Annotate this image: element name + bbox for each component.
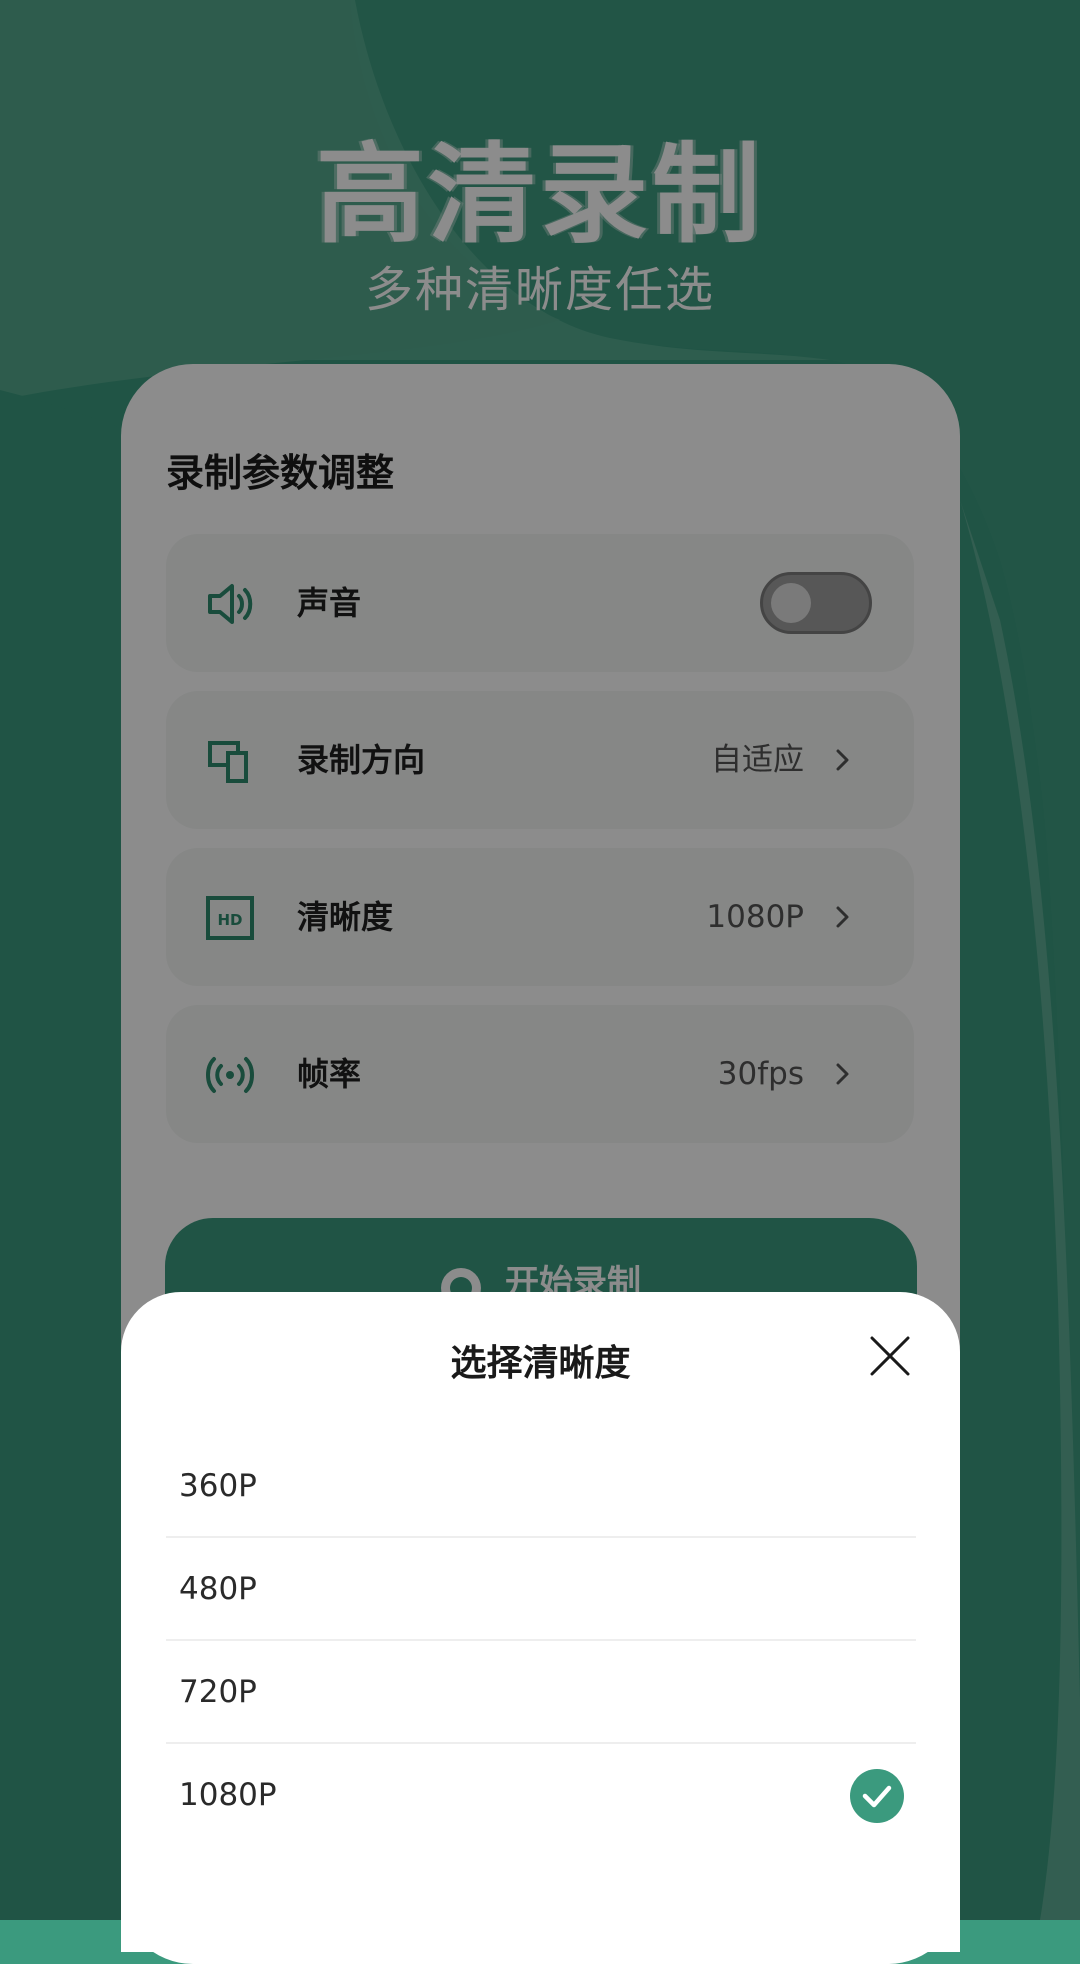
sound-toggle[interactable] [760, 572, 872, 634]
row-sound[interactable]: 声音 [166, 534, 914, 672]
option-label: 360P [179, 1468, 257, 1504]
row-value: 1080P [706, 899, 804, 935]
row-value: 自适应 [711, 742, 804, 778]
hero-title: 高清录制 [315, 133, 764, 258]
option-label: 1080P [179, 1777, 277, 1813]
row-label: 清晰度 [297, 898, 394, 936]
svg-text:HD: HD [217, 911, 242, 929]
option-480p[interactable]: 480P [166, 1538, 916, 1641]
row-label: 声音 [297, 584, 362, 622]
chevron-right-icon [836, 749, 849, 771]
chevron-right-icon [836, 1063, 849, 1085]
row-label: 录制方向 [297, 741, 426, 779]
check-icon [850, 1769, 904, 1823]
option-label: 480P [179, 1571, 257, 1607]
option-720p[interactable]: 720P [166, 1641, 916, 1744]
sheet-title: 选择清晰度 [450, 1343, 631, 1384]
option-label: 720P [179, 1674, 257, 1710]
option-360p[interactable]: 360P [166, 1435, 916, 1538]
signal-icon [206, 1057, 254, 1093]
option-1080p[interactable]: 1080P [166, 1744, 916, 1847]
row-value: 30fps [717, 1056, 804, 1092]
hd-icon: HD [206, 896, 254, 940]
row-resolution[interactable]: HD 清晰度 1080P [166, 848, 914, 986]
chevron-right-icon [836, 906, 849, 928]
row-label: 帧率 [297, 1055, 362, 1093]
row-orientation[interactable]: 录制方向 自适应 [166, 691, 914, 829]
orientation-icon [208, 741, 248, 783]
close-icon[interactable] [868, 1334, 912, 1378]
toggle-knob [771, 583, 811, 623]
resolution-sheet: 选择清晰度 360P 480P 720P 1080P [121, 1292, 960, 1952]
speaker-icon [208, 584, 253, 624]
settings-title: 录制参数调整 [166, 451, 395, 495]
hero-subtitle: 多种清晰度任选 [364, 262, 715, 318]
row-framerate[interactable]: 帧率 30fps [166, 1005, 914, 1143]
